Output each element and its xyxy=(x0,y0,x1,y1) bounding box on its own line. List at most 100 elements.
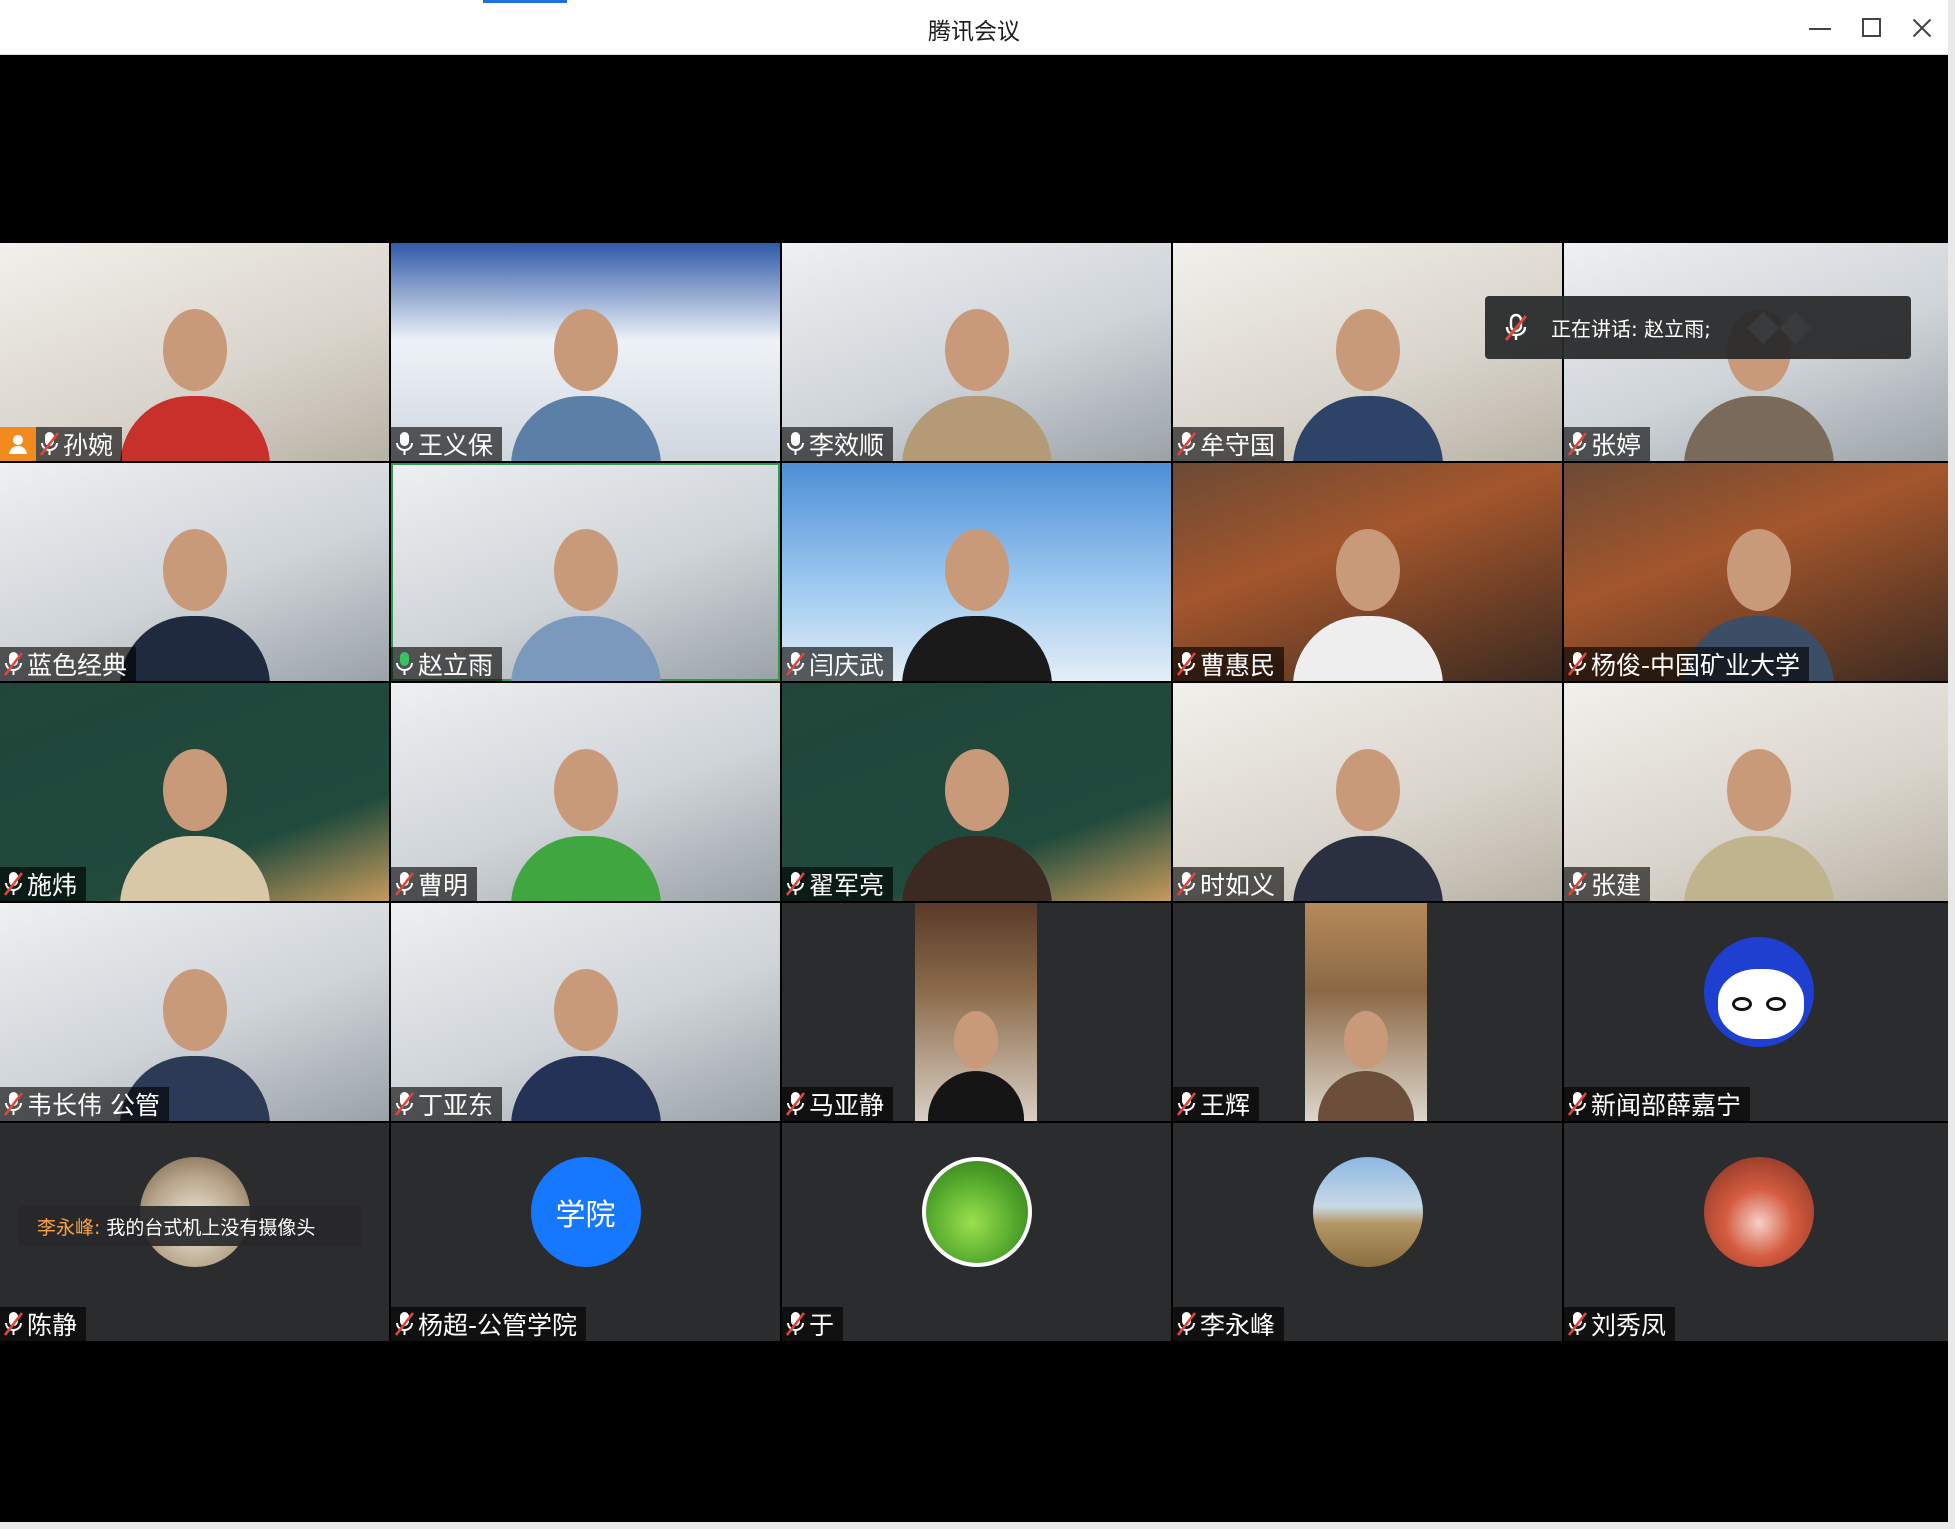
mic-muted-icon xyxy=(1567,871,1588,897)
participant-label: 曹惠民 xyxy=(1173,647,1285,681)
participant-name: 杨俊-中国矿业大学 xyxy=(1591,651,1801,680)
mic-muted-icon xyxy=(3,1311,24,1337)
participant-name: 马亚静 xyxy=(809,1091,885,1120)
window-edge xyxy=(1948,0,1955,1529)
participant-name: 韦长伟 公管 xyxy=(27,1091,160,1120)
participant-label: 刘秀凤 xyxy=(1564,1307,1676,1341)
mic-muted-icon xyxy=(1176,651,1197,677)
participant-video xyxy=(901,281,1052,461)
participant-video xyxy=(915,903,1037,1121)
mic-muted-icon xyxy=(1567,651,1588,677)
participant-tile[interactable]: 王义保 xyxy=(391,243,780,461)
participant-tile[interactable]: 杨俊-中国矿业大学 xyxy=(1564,463,1953,681)
participant-name: 曹惠民 xyxy=(1200,651,1276,680)
participant-video xyxy=(510,721,661,901)
mic-muted-icon xyxy=(3,871,24,897)
mic-muted-icon xyxy=(1176,431,1197,457)
participant-name: 翟军亮 xyxy=(809,871,885,900)
participant-tile[interactable]: 闫庆武 xyxy=(782,463,1171,681)
participant-video xyxy=(510,281,661,461)
chat-message-text: 我的台式机上没有摄像头 xyxy=(106,1216,316,1239)
participant-label: 翟军亮 xyxy=(782,867,894,901)
close-icon xyxy=(1912,18,1932,38)
participant-tile[interactable]: 王辉 xyxy=(1173,903,1562,1121)
participant-tile[interactable]: 李效顺 xyxy=(782,243,1171,461)
participant-label: 于 xyxy=(782,1307,844,1341)
participant-tile[interactable]: 刘秀凤 xyxy=(1564,1123,1953,1341)
apple-avatar xyxy=(921,1157,1032,1267)
participant-video xyxy=(1292,281,1443,461)
participant-label: 赵立雨 xyxy=(391,647,503,681)
participant-video xyxy=(119,281,270,461)
participant-name: 张建 xyxy=(1591,871,1642,900)
flower-avatar xyxy=(1703,1157,1814,1267)
mic-on-icon xyxy=(395,431,415,457)
participant-tile[interactable]: 新闻部薛嘉宁 xyxy=(1564,903,1953,1121)
participant-name: 杨超-公管学院 xyxy=(418,1311,578,1340)
participant-label: 孙婉 xyxy=(0,427,123,461)
participant-video xyxy=(1292,501,1443,681)
mic-muted-icon xyxy=(394,1091,415,1117)
participant-video xyxy=(510,941,661,1121)
mic-muted-icon xyxy=(1176,1311,1197,1337)
participant-tile[interactable]: 时如义 xyxy=(1173,683,1562,901)
participant-label: 李永峰 xyxy=(1173,1307,1285,1341)
participant-label: 张建 xyxy=(1564,867,1651,901)
participant-name: 赵立雨 xyxy=(418,651,494,680)
participant-name: 时如义 xyxy=(1200,871,1276,900)
speaking-text: 正在讲话: 赵立雨; xyxy=(1551,317,1711,341)
mic-muted-icon xyxy=(785,1091,806,1117)
participant-label: 杨俊-中国矿业大学 xyxy=(1564,647,1810,681)
minimize-icon xyxy=(1809,28,1831,30)
participant-label: 蓝色经典 xyxy=(0,647,137,681)
host-icon xyxy=(0,427,36,461)
participant-video xyxy=(1292,721,1443,901)
participant-label: 施炜 xyxy=(0,867,87,901)
participant-tile[interactable]: 马亚静 xyxy=(782,903,1171,1121)
participant-tile[interactable]: 施炜 xyxy=(0,683,389,901)
participant-name: 李永峰 xyxy=(1200,1311,1276,1340)
participant-tile[interactable]: 张建 xyxy=(1564,683,1953,901)
participant-name: 孙婉 xyxy=(63,431,114,460)
participant-tile[interactable]: 学院 杨超-公管学院 xyxy=(391,1123,780,1341)
participant-name: 王义保 xyxy=(418,431,494,460)
participant-tile[interactable]: 孙婉 xyxy=(0,243,389,461)
maximize-button[interactable] xyxy=(1856,12,1888,44)
mic-muted-icon xyxy=(1567,1311,1588,1337)
participant-name: 牟守国 xyxy=(1200,431,1276,460)
participant-tile[interactable]: 于 xyxy=(782,1123,1171,1341)
title-accent-bar xyxy=(483,0,567,3)
participant-label: 牟守国 xyxy=(1173,427,1285,461)
participant-name: 刘秀凤 xyxy=(1591,1311,1667,1340)
participant-label: 杨超-公管学院 xyxy=(391,1307,587,1341)
participant-name: 张婷 xyxy=(1591,431,1642,460)
participant-tile[interactable]: 丁亚东 xyxy=(391,903,780,1121)
participant-tile[interactable]: 蓝色经典 xyxy=(0,463,389,681)
chat-message-popup[interactable]: 李永峰: 我的台式机上没有摄像头 xyxy=(19,1206,361,1246)
mic-muted-icon xyxy=(785,651,806,677)
mic-muted-icon xyxy=(785,1311,806,1337)
mic-muted-icon xyxy=(1176,871,1197,897)
participant-name: 蓝色经典 xyxy=(27,651,128,680)
speaking-indicator: 正在讲话: 赵立雨; xyxy=(1485,296,1911,359)
participant-video xyxy=(119,501,270,681)
participant-tile[interactable]: 曹明 xyxy=(391,683,780,901)
participant-label: 闫庆武 xyxy=(782,647,894,681)
mic-muted-icon xyxy=(1485,296,1547,359)
participant-tile[interactable]: 韦长伟 公管 xyxy=(0,903,389,1121)
participant-tile[interactable]: 翟军亮 xyxy=(782,683,1171,901)
minimize-button[interactable] xyxy=(1805,12,1837,44)
close-button[interactable] xyxy=(1906,12,1938,44)
participant-tile[interactable]: 李永峰 xyxy=(1173,1123,1562,1341)
participant-tile-active-speaker[interactable]: 赵立雨 xyxy=(391,463,780,681)
mic-muted-icon xyxy=(394,1311,415,1337)
participant-label: 丁亚东 xyxy=(391,1087,503,1121)
participant-video xyxy=(901,501,1052,681)
mic-muted-icon xyxy=(3,651,24,677)
participant-tile[interactable]: 曹惠民 xyxy=(1173,463,1562,681)
video-grid: 孙婉 王义保 李效顺 牟守国 张婷 蓝色经典 赵立雨 闫庆武 曹惠民 杨俊-中国… xyxy=(0,243,1953,1341)
participant-label: 曹明 xyxy=(391,867,478,901)
participant-label: 马亚静 xyxy=(782,1087,894,1121)
window-title: 腾讯会议 xyxy=(928,19,1020,45)
mic-muted-icon xyxy=(394,871,415,897)
